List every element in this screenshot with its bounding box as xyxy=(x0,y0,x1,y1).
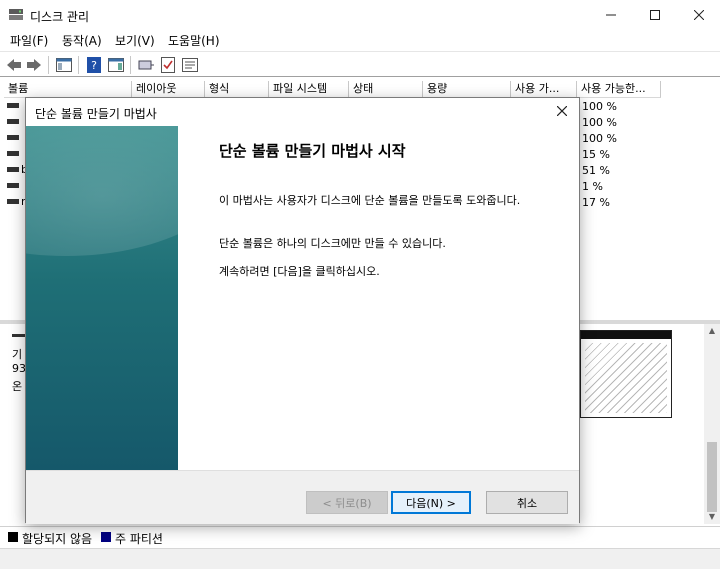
new-simple-volume-wizard: 단순 볼륨 만들기 마법사 단순 볼륨 만들기 마법사 시작 이 마법사는 사용… xyxy=(25,97,580,524)
maximize-icon xyxy=(650,10,660,20)
wizard-title: 단순 볼륨 만들기 마법사 xyxy=(35,107,157,121)
legend-unallocated-label: 할당되지 않음 xyxy=(22,532,93,546)
close-icon xyxy=(694,10,704,20)
back-button[interactable] xyxy=(4,55,24,75)
disk-type-label: 기 xyxy=(12,348,23,361)
help-icon: ? xyxy=(87,57,101,73)
menu-view[interactable]: 보기(V) xyxy=(115,32,155,49)
column-header-percent-free[interactable]: 사용 가능한... xyxy=(577,81,661,98)
wizard-body: 단순 볼륨 만들기 마법사 시작 이 마법사는 사용자가 디스크에 단순 볼륨을… xyxy=(26,126,579,470)
volume-table-header: 볼륨 레이아웃 형식 파일 시스템 상태 용량 사용 가... 사용 가능한..… xyxy=(4,81,716,98)
cancel-button[interactable]: 취소 xyxy=(486,491,568,514)
minimize-icon xyxy=(606,14,616,16)
action-pane-icon xyxy=(108,58,124,72)
scrollbar-thumb[interactable] xyxy=(707,442,717,512)
volume-icon xyxy=(7,119,19,124)
column-header-layout[interactable]: 레이아웃 xyxy=(132,81,205,98)
scroll-up-icon[interactable]: ▲ xyxy=(706,326,718,335)
legend-primary-label: 주 파티션 xyxy=(115,532,163,546)
console-tree-icon xyxy=(56,58,72,72)
connect-icon xyxy=(138,60,154,70)
percent-free: 100 % xyxy=(582,132,617,145)
forward-button[interactable] xyxy=(24,55,44,75)
menu-help[interactable]: 도움말(H) xyxy=(168,32,220,49)
partition-header-bar xyxy=(581,331,671,339)
toolbar-separator xyxy=(48,56,49,74)
action-pane-button[interactable] xyxy=(106,55,126,75)
vertical-scrollbar[interactable]: ▲ ▼ xyxy=(704,324,720,524)
wizard-description: 이 마법사는 사용자가 디스크에 단순 볼륨을 만들도록 도와줍니다. xyxy=(219,194,521,207)
percent-free: 1 % xyxy=(582,180,603,193)
wizard-title-bar: 단순 볼륨 만들기 마법사 xyxy=(26,98,579,126)
disk-status-label: 온 xyxy=(12,380,23,393)
volume-icon xyxy=(7,199,19,204)
menu-action[interactable]: 동작(A) xyxy=(62,32,102,49)
menu-bar: 파일(F) 동작(A) 보기(V) 도움말(H) xyxy=(0,30,720,50)
disk-management-icon xyxy=(9,9,23,20)
column-header-type[interactable]: 형식 xyxy=(205,81,269,98)
title-bar: 디스크 관리 xyxy=(0,0,720,30)
next-button[interactable]: 다음(N) > xyxy=(391,491,471,514)
volume-icon xyxy=(7,151,19,156)
percent-free: 17 % xyxy=(582,196,610,209)
minimize-button[interactable] xyxy=(588,0,634,30)
checklist-icon xyxy=(161,57,175,73)
properties-icon xyxy=(182,58,198,72)
back-arrow-icon xyxy=(7,59,21,71)
status-bar xyxy=(0,548,720,569)
menu-file[interactable]: 파일(F) xyxy=(10,32,48,49)
primary-partition-swatch xyxy=(101,532,111,542)
wizard-footer: < 뒤로(B) 다음(N) > 취소 xyxy=(26,470,579,524)
window-title: 디스크 관리 xyxy=(30,10,90,24)
toolbar: ? xyxy=(0,51,720,77)
toolbar-separator xyxy=(130,56,131,74)
wizard-note: 단순 볼륨은 하나의 디스크에만 만들 수 있습니다. xyxy=(219,237,446,250)
wizard-banner-image xyxy=(26,126,178,470)
column-header-volume[interactable]: 볼륨 xyxy=(4,81,132,98)
banner-swoosh xyxy=(26,126,178,256)
column-header-status[interactable]: 상태 xyxy=(349,81,423,98)
column-header-capacity[interactable]: 용량 xyxy=(423,81,511,98)
volume-icon xyxy=(7,103,19,108)
console-tree-button[interactable] xyxy=(54,55,74,75)
percent-free: 100 % xyxy=(582,116,617,129)
column-header-file-system[interactable]: 파일 시스템 xyxy=(269,81,349,98)
volume-icon xyxy=(7,183,19,188)
percent-free: 51 % xyxy=(582,164,610,177)
scroll-down-icon[interactable]: ▼ xyxy=(706,512,718,521)
percent-free: 100 % xyxy=(582,100,617,113)
connect-button[interactable] xyxy=(136,55,156,75)
maximize-button[interactable] xyxy=(632,0,678,30)
percent-free: 15 % xyxy=(582,148,610,161)
properties-button[interactable] xyxy=(180,55,200,75)
volume-icon xyxy=(7,167,19,172)
wizard-instruction: 계속하려면 [다음]을 클릭하십시오. xyxy=(219,265,380,278)
disk-size-label: 93 xyxy=(12,362,26,375)
svg-text:?: ? xyxy=(91,59,97,72)
wizard-close-button[interactable] xyxy=(553,102,571,120)
checklist-button[interactable] xyxy=(158,55,178,75)
volume-icon xyxy=(7,135,19,140)
close-button[interactable] xyxy=(676,0,720,30)
forward-arrow-icon xyxy=(27,59,41,71)
back-button-disabled[interactable]: < 뒤로(B) xyxy=(306,491,388,514)
unallocated-hatch xyxy=(585,343,667,413)
help-button[interactable]: ? xyxy=(84,55,104,75)
unallocated-swatch xyxy=(8,532,18,542)
unallocated-partition[interactable] xyxy=(580,330,672,418)
close-icon xyxy=(556,105,568,117)
toolbar-separator xyxy=(78,56,79,74)
legend-bar: 할당되지 않음 주 파티션 xyxy=(0,526,720,548)
column-header-free-space[interactable]: 사용 가... xyxy=(511,81,577,98)
wizard-heading: 단순 볼륨 만들기 마법사 시작 xyxy=(219,142,406,160)
